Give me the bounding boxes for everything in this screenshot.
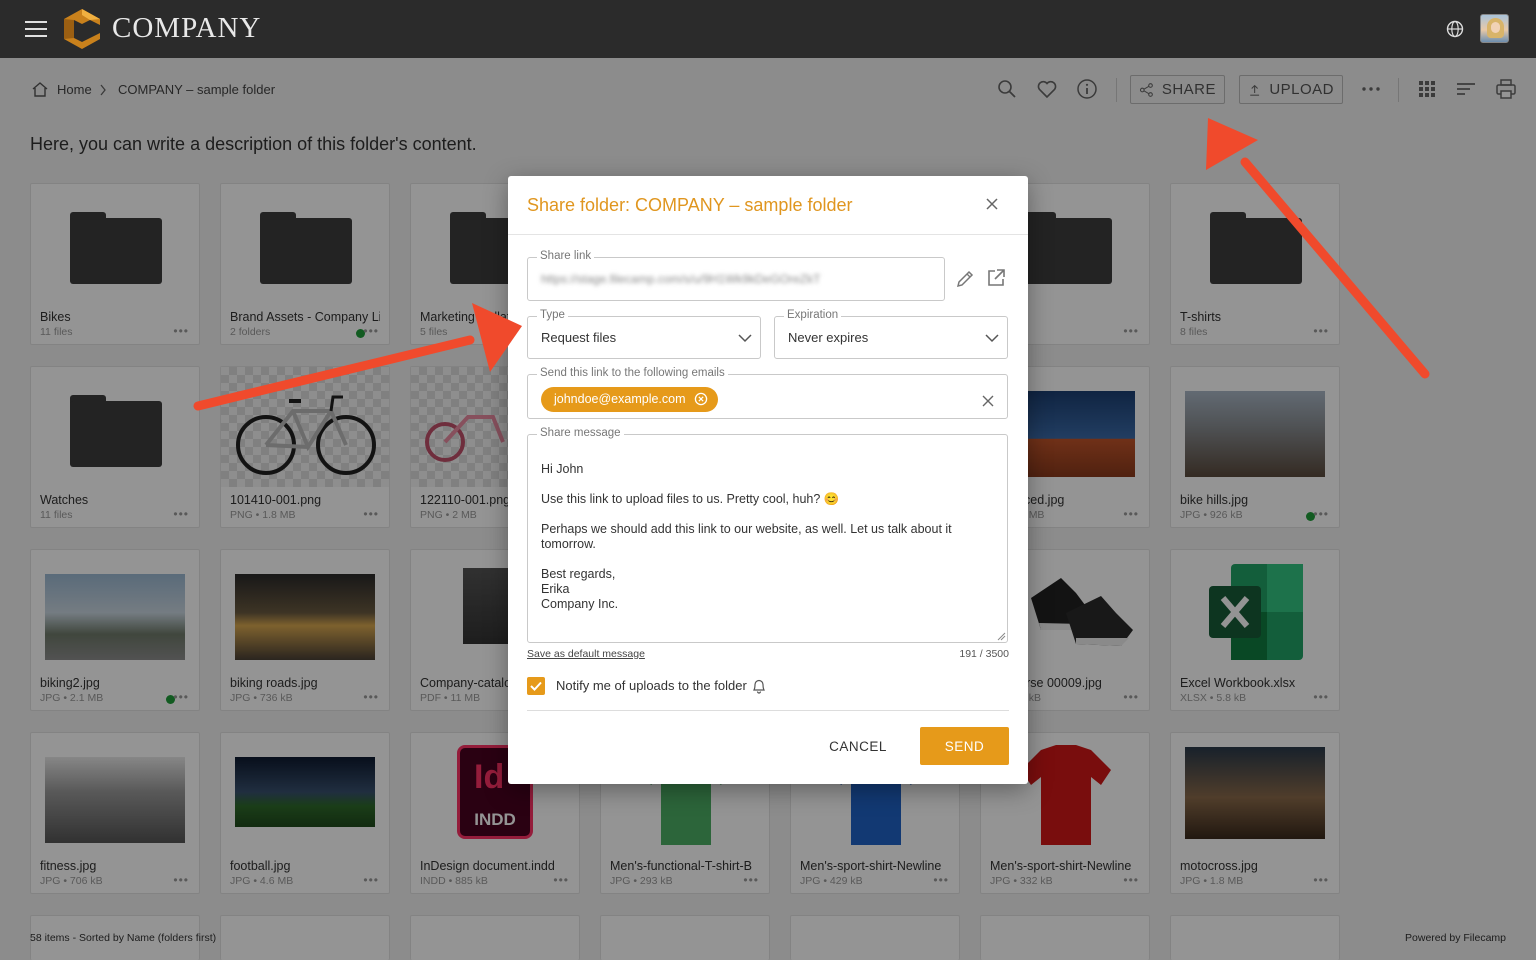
globe-icon[interactable] (1446, 20, 1464, 38)
expiration-label: Expiration (784, 309, 842, 321)
chevron-down-icon (985, 334, 999, 343)
user-avatar[interactable] (1480, 14, 1509, 43)
save-default-link[interactable]: Save as default message (527, 648, 645, 660)
type-select[interactable]: Type Request files (527, 309, 761, 359)
share-link-field[interactable]: Share link https://stage.filecamp.com/s/… (527, 250, 945, 301)
character-counter: 191 / 3500 (959, 648, 1009, 660)
notify-label[interactable]: Notify me of uploads to the folder (556, 678, 747, 693)
email-chip-text: johndoe@example.com (554, 392, 686, 406)
type-label: Type (537, 309, 568, 321)
share-message-text: Hi John Use this link to upload files to… (541, 462, 952, 611)
send-button[interactable]: SEND (920, 727, 1009, 765)
expiration-value: Never expires (788, 330, 869, 345)
company-logo-icon[interactable] (64, 9, 100, 49)
expiration-select[interactable]: Expiration Never expires (774, 309, 1008, 359)
dialog-title: Share folder: COMPANY – sample folder (527, 195, 853, 215)
emails-label: Send this link to the following emails (537, 367, 728, 379)
chevron-down-icon (738, 334, 752, 343)
resize-handle-icon[interactable] (997, 632, 1006, 641)
dialog-divider (527, 710, 1009, 711)
checkmark-icon (530, 681, 542, 691)
emails-field[interactable]: Send this link to the following emails j… (527, 367, 1008, 419)
menu-icon[interactable] (25, 21, 47, 37)
remove-chip-icon[interactable] (694, 392, 708, 406)
type-value: Request files (541, 330, 617, 345)
share-message-label: Share message (537, 427, 624, 439)
bell-icon (753, 679, 765, 694)
close-icon[interactable] (984, 196, 1000, 212)
share-link-value: https://stage.filecamp.com/s/u/9H1Wk9kDe… (541, 272, 821, 286)
edit-icon[interactable] (955, 269, 975, 289)
share-message-field[interactable]: Share message Hi John Use this link to u… (527, 427, 1008, 643)
share-link-label: Share link (537, 250, 595, 262)
notify-checkbox[interactable] (527, 677, 545, 695)
cancel-button[interactable]: CANCEL (814, 728, 902, 764)
email-chip[interactable]: johndoe@example.com (541, 387, 718, 412)
clear-icon[interactable] (982, 395, 994, 407)
dialog-divider (508, 234, 1028, 235)
share-folder-dialog: Share folder: COMPANY – sample folder Sh… (508, 176, 1028, 784)
top-bar: COMPANY (0, 0, 1536, 58)
open-link-icon[interactable] (986, 268, 1006, 288)
brand-name[interactable]: COMPANY (112, 12, 261, 45)
